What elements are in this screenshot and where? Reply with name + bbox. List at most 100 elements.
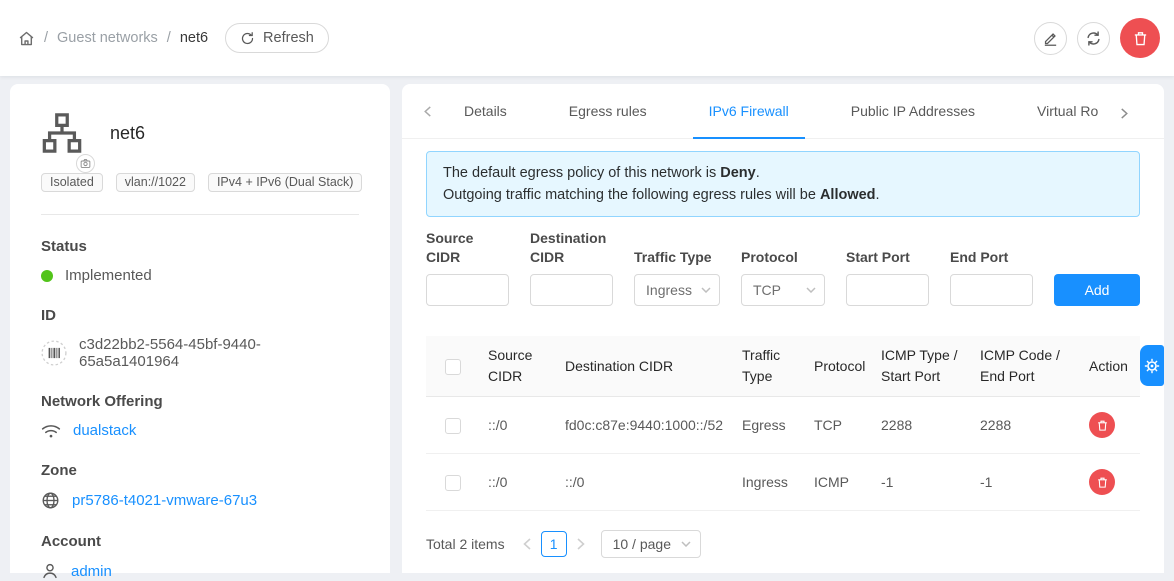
cell-traffic-type: Ingress xyxy=(734,454,806,511)
field-traffic-type: Traffic Type Ingress xyxy=(634,229,720,306)
col-destination-cidr: Destination CIDR xyxy=(557,336,734,397)
pagination-page-1[interactable]: 1 xyxy=(541,531,567,557)
zone-link[interactable]: pr5786-t4021-vmware-67u3 xyxy=(72,492,257,509)
alert-line-1: The default egress policy of this networ… xyxy=(443,162,1123,184)
tabs-scroll-left-icon[interactable] xyxy=(418,102,437,121)
cell-source-cidr: ::/0 xyxy=(480,454,557,511)
tag-dualstack: IPv4 + IPv6 (Dual Stack) xyxy=(208,173,363,192)
traffic-type-value: Ingress xyxy=(646,282,692,298)
account-link[interactable]: admin xyxy=(71,563,112,580)
status-value: Implemented xyxy=(65,267,152,284)
cell-destination-cidr: fd0c:c87e:9440:1000::/52 xyxy=(557,397,734,454)
cell-protocol: TCP xyxy=(806,397,873,454)
destination-cidr-input[interactable] xyxy=(530,274,613,306)
alert-line-2: Outgoing traffic matching the following … xyxy=(443,184,1123,206)
tabs-bar: Details Egress rules IPv6 Firewall Publi… xyxy=(402,84,1164,139)
pagination: Total 2 items 1 10 / page xyxy=(426,530,1140,558)
protocol-label: Protocol xyxy=(741,230,825,274)
table-row: ::/0 ::/0 Ingress ICMP -1 -1 xyxy=(426,454,1140,511)
user-icon xyxy=(41,562,59,580)
network-offering-label: Network Offering xyxy=(41,393,359,410)
end-port-input[interactable] xyxy=(950,274,1033,306)
breadcrumb-separator: / xyxy=(167,30,171,46)
tab-ipv6-firewall[interactable]: IPv6 Firewall xyxy=(693,84,805,139)
globe-icon xyxy=(41,491,60,510)
restart-button[interactable] xyxy=(1077,22,1110,55)
breadcrumb-guest-networks[interactable]: Guest networks xyxy=(57,30,158,46)
upload-image-badge[interactable] xyxy=(76,154,95,173)
traffic-type-select[interactable]: Ingress xyxy=(634,274,720,306)
row-checkbox[interactable] xyxy=(445,418,461,434)
edit-pencil-icon xyxy=(1042,30,1059,47)
delete-network-button[interactable] xyxy=(1120,18,1160,58)
tag-vlan: vlan://1022 xyxy=(116,173,195,192)
page-size-select[interactable]: 10 / page xyxy=(601,530,701,558)
header-actions xyxy=(1034,18,1160,58)
field-source-cidr: Source CIDR xyxy=(426,229,509,306)
destination-cidr-label: Destination CIDR xyxy=(530,229,613,274)
cell-icmp-type-start-port: 2288 xyxy=(873,397,972,454)
section-zone: Zone pr5786-t4021-vmware-67u3 xyxy=(41,462,359,510)
tab-virtual-routers[interactable]: Virtual Ro xyxy=(1021,84,1114,139)
col-icmp-type-start-port: ICMP Type / Start Port xyxy=(873,336,972,397)
start-port-input[interactable] xyxy=(846,274,929,306)
pagination-next-icon[interactable] xyxy=(576,538,586,550)
source-cidr-input[interactable] xyxy=(426,274,509,306)
section-account: Account admin xyxy=(41,533,359,580)
table-header-row: Source CIDR Destination CIDR Traffic Typ… xyxy=(426,336,1140,397)
breadcrumb: / Guest networks / net6 Refresh xyxy=(18,23,329,53)
tabs: Details Egress rules IPv6 Firewall Publi… xyxy=(448,84,1118,139)
col-traffic-type: Traffic Type xyxy=(734,336,806,397)
tab-egress-rules[interactable]: Egress rules xyxy=(553,84,663,139)
detail-panel: Details Egress rules IPv6 Firewall Publi… xyxy=(402,84,1164,573)
cell-icmp-type-start-port: -1 xyxy=(873,454,972,511)
add-rule-button[interactable]: Add xyxy=(1054,274,1140,306)
end-port-label: End Port xyxy=(950,230,1033,274)
account-label: Account xyxy=(41,533,359,550)
status-dot-green xyxy=(41,270,53,282)
select-all-checkbox[interactable] xyxy=(445,359,461,375)
top-header: / Guest networks / net6 Refresh xyxy=(0,0,1174,76)
sync-icon xyxy=(1085,30,1102,47)
delete-rule-button[interactable] xyxy=(1089,469,1115,495)
col-source-cidr: Source CIDR xyxy=(480,336,557,397)
gear-icon xyxy=(1144,358,1160,374)
id-value: c3d22bb2-5564-45bf-9440-65a5a1401964 xyxy=(79,336,359,370)
delete-rule-button[interactable] xyxy=(1089,412,1115,438)
traffic-type-label: Traffic Type xyxy=(634,230,720,274)
resource-header: net6 xyxy=(41,112,359,154)
tab-details[interactable]: Details xyxy=(448,84,523,139)
home-icon[interactable] xyxy=(18,30,35,47)
trash-icon xyxy=(1096,476,1109,489)
trash-icon xyxy=(1132,30,1149,47)
refresh-button[interactable]: Refresh xyxy=(225,23,329,53)
protocol-value: TCP xyxy=(753,282,781,298)
table-row: ::/0 fd0c:c87e:9440:1000::/52 Egress TCP… xyxy=(426,397,1140,454)
barcode-icon xyxy=(41,340,67,366)
resource-sidebar: net6 Isolated vlan://1022 IPv4 + IPv6 (D… xyxy=(10,84,390,573)
camera-icon xyxy=(80,158,91,169)
network-offering-link[interactable]: dualstack xyxy=(73,422,136,439)
page-content: net6 Isolated vlan://1022 IPv4 + IPv6 (D… xyxy=(0,76,1174,573)
table-settings-button[interactable] xyxy=(1140,345,1164,386)
col-icmp-code-end-port: ICMP Code / End Port xyxy=(972,336,1081,397)
resource-title: net6 xyxy=(110,123,145,144)
sidebar-divider xyxy=(41,214,359,215)
tab-public-ip-addresses[interactable]: Public IP Addresses xyxy=(835,84,991,139)
tabs-scroll-right-icon[interactable] xyxy=(1115,104,1134,123)
protocol-select[interactable]: TCP xyxy=(741,274,825,306)
start-port-label: Start Port xyxy=(846,230,929,274)
cell-protocol: ICMP xyxy=(806,454,873,511)
pagination-prev-icon[interactable] xyxy=(522,538,532,550)
edit-button[interactable] xyxy=(1034,22,1067,55)
refresh-icon xyxy=(240,31,255,46)
rules-table: Source CIDR Destination CIDR Traffic Typ… xyxy=(426,336,1140,511)
resource-icon-wrap xyxy=(41,112,83,154)
section-status: Status Implemented xyxy=(41,238,359,284)
row-checkbox[interactable] xyxy=(445,475,461,491)
col-action: Action xyxy=(1081,336,1140,397)
cell-icmp-code-end-port: 2288 xyxy=(972,397,1081,454)
field-destination-cidr: Destination CIDR xyxy=(530,229,613,306)
status-label: Status xyxy=(41,238,359,255)
cell-icmp-code-end-port: -1 xyxy=(972,454,1081,511)
